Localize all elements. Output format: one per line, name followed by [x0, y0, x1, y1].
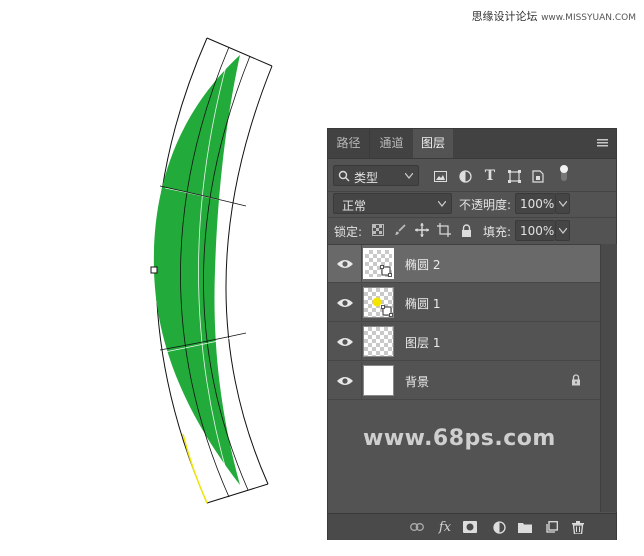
forum-watermark-url: www.MISSYUAN.COM	[541, 13, 636, 23]
layers-panel: 路径 通道 图层 类型 T 正常 不透明度: 100% 锁定: 填充: 100%…	[327, 128, 617, 540]
layer-filter-row: 类型 T	[328, 159, 616, 192]
eye-icon[interactable]	[336, 256, 354, 272]
fill-label: 填充:	[483, 225, 512, 239]
warp-top-edge	[206, 37, 273, 67]
forum-watermark-name: 思缘设计论坛	[471, 10, 538, 23]
blend-mode-value: 正常	[342, 199, 367, 213]
site-watermark: www.68ps.com	[363, 426, 556, 451]
layer-divider	[361, 284, 362, 322]
fill-input[interactable]: 100%	[515, 220, 555, 241]
layer-thumbnail	[363, 248, 394, 279]
warp-bottom-edge	[206, 483, 269, 504]
eye-icon[interactable]	[336, 295, 354, 311]
layer-name: 椭圆 2	[405, 258, 441, 272]
chevron-down-icon	[405, 173, 413, 179]
lock-artboard-icon[interactable]	[436, 222, 452, 238]
fill-value: 100%	[520, 224, 555, 238]
vector-mask-icon	[381, 305, 393, 317]
layer-name: 背景	[405, 375, 430, 389]
opacity-input[interactable]: 100%	[515, 193, 555, 214]
layer-thumbnail	[363, 287, 394, 318]
link-icon[interactable]	[409, 519, 425, 535]
blend-mode-select[interactable]: 正常	[333, 193, 452, 214]
search-icon	[338, 170, 350, 182]
chevron-down-icon	[559, 201, 567, 207]
fill-dropdown[interactable]	[555, 220, 570, 241]
tab-channels[interactable]: 通道	[369, 129, 413, 158]
layer-thumbnail	[363, 326, 394, 357]
eye-icon[interactable]	[336, 373, 354, 389]
chevron-down-icon	[559, 228, 567, 234]
blend-mode-row: 正常 不透明度: 100%	[328, 191, 616, 218]
filter-pixel-icon[interactable]	[432, 168, 448, 184]
opacity-dropdown[interactable]	[555, 193, 570, 214]
lock-icon	[572, 374, 580, 386]
lock-row: 锁定: 填充: 100%	[328, 217, 616, 245]
adjustment-icon[interactable]	[491, 519, 507, 535]
fx-icon[interactable]: fx	[437, 519, 453, 535]
panel-bottom-toolbar: fx	[328, 513, 616, 540]
selected-path-segment	[182, 433, 208, 504]
filter-type-icon[interactable]: T	[482, 168, 498, 184]
menu-icon[interactable]	[597, 139, 608, 147]
layer-thumbnail	[363, 365, 394, 396]
mask-icon[interactable]	[462, 519, 478, 535]
lock-label: 锁定:	[334, 225, 363, 239]
filter-kind-select[interactable]: 类型	[333, 165, 419, 186]
panel-tab-bar: 路径 通道 图层	[328, 129, 616, 159]
warp-inner-edge	[225, 65, 273, 485]
layer-name: 图层 1	[405, 336, 441, 350]
layer-divider	[361, 362, 362, 400]
chevron-down-icon	[438, 201, 446, 207]
new-layer-icon[interactable]	[544, 519, 560, 535]
lock-pixels-brush-icon[interactable]	[392, 222, 408, 238]
document-canvas[interactable]	[0, 0, 326, 556]
lock-icon[interactable]	[458, 222, 474, 238]
layer-row-ellipse-1[interactable]: 椭圆 1	[328, 284, 600, 322]
layer-row-background[interactable]: 背景	[328, 362, 600, 400]
layer-name: 椭圆 1	[405, 297, 441, 311]
folder-icon[interactable]	[517, 519, 533, 535]
tab-paths[interactable]: 路径	[328, 129, 369, 158]
filter-shape-icon[interactable]	[506, 168, 522, 184]
trash-icon[interactable]	[570, 519, 586, 535]
filter-kind-value: 类型	[354, 171, 379, 185]
opacity-label: 不透明度:	[459, 198, 512, 212]
opacity-value: 100%	[520, 197, 555, 211]
vector-mask-icon	[380, 265, 392, 277]
filter-smart-object-icon[interactable]	[530, 168, 546, 184]
green-leaf-shape	[153, 55, 240, 485]
tab-layers[interactable]: 图层	[413, 129, 453, 158]
anchor-point-handle[interactable]	[150, 266, 158, 274]
filter-toggle-switch[interactable]	[556, 165, 572, 181]
eye-icon[interactable]	[336, 334, 354, 350]
filter-adjustment-icon[interactable]	[457, 168, 473, 184]
forum-watermark: 思缘设计论坛 www.MISSYUAN.COM	[472, 8, 636, 24]
layer-row-ellipse-2[interactable]: 椭圆 2	[328, 245, 600, 283]
layer-row-layer-1[interactable]: 图层 1	[328, 323, 600, 361]
layer-divider	[361, 245, 362, 283]
lock-position-move-icon[interactable]	[414, 222, 430, 238]
layers-scrollbar[interactable]	[600, 244, 617, 512]
lock-transparent-icon[interactable]	[370, 222, 386, 238]
layer-divider	[361, 323, 362, 361]
